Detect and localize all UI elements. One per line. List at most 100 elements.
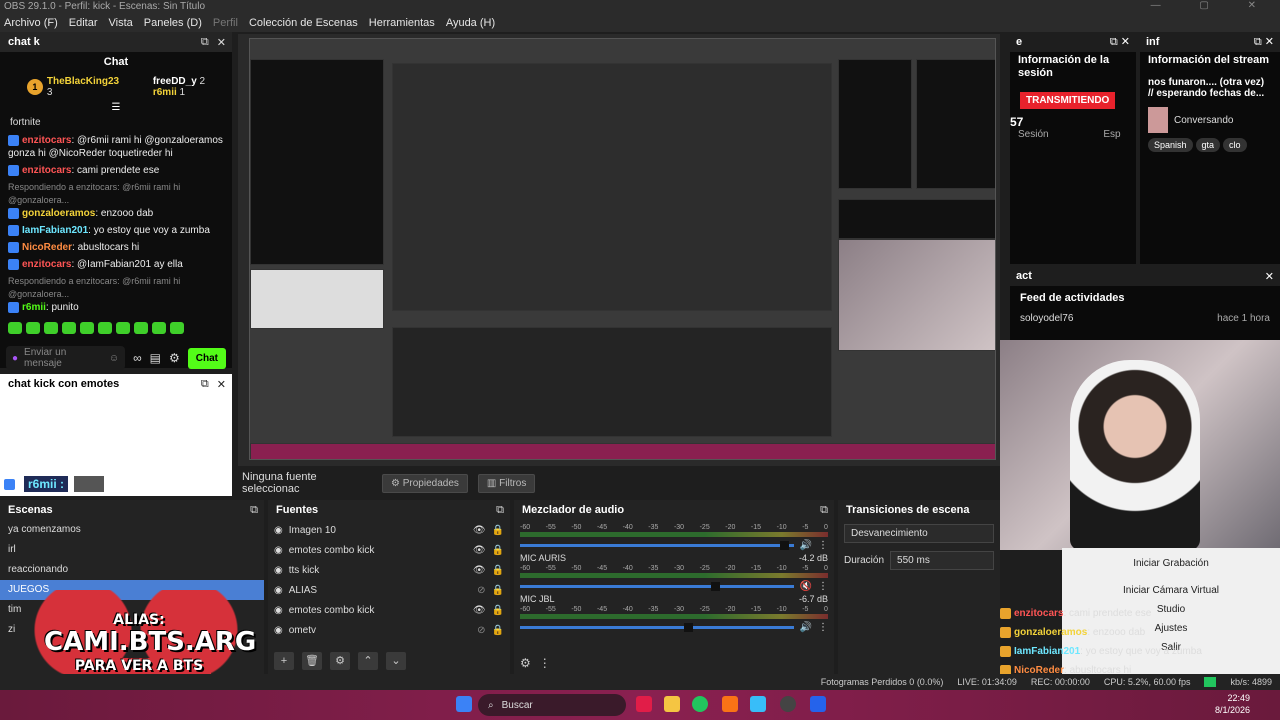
scene-item[interactable]: ya comenzamos [0, 520, 264, 540]
up-icon[interactable]: ⌃ [358, 652, 378, 670]
duration-input[interactable]: 550 ms [890, 551, 994, 570]
source-item[interactable]: ◉ tts kick 👁 🔒 [268, 560, 510, 580]
fader-knob[interactable] [684, 623, 694, 632]
lock-icon[interactable]: 🔒 [492, 565, 504, 576]
chat-username[interactable]: enzitocars [22, 135, 71, 146]
scene-item[interactable]: irl [0, 540, 264, 560]
windows-start-icon[interactable] [456, 696, 472, 712]
emoji-icon[interactable]: ☺ [109, 353, 119, 364]
volume-fader[interactable] [520, 623, 794, 632]
emote-icon[interactable] [134, 322, 148, 334]
brave-icon[interactable] [722, 696, 738, 712]
settings-icon[interactable]: ⚙ [169, 351, 180, 365]
float-icon[interactable]: ⧉ [496, 504, 504, 517]
emote-icon[interactable] [116, 322, 130, 334]
menu-coleccion[interactable]: Colección de Escenas [249, 14, 358, 32]
lock-icon[interactable]: 🔒 [492, 585, 504, 596]
emote-icon[interactable] [26, 322, 40, 334]
emote-icon[interactable] [8, 322, 22, 334]
menu-ayuda[interactable]: Ayuda (H) [446, 14, 495, 32]
chat-username[interactable]: IamFabian201 [22, 225, 88, 236]
visibility-icon[interactable]: ⊘ [477, 625, 485, 636]
source-item[interactable]: ◉ Imagen 10 👁 🔒 [268, 520, 510, 540]
chat-send-button[interactable]: Chat [187, 347, 226, 369]
emote-icon[interactable] [152, 322, 166, 334]
more-icon[interactable]: ⋮ [818, 622, 828, 633]
menu-archivo[interactable]: Archivo (F) [4, 14, 58, 32]
obs-icon[interactable] [780, 696, 796, 712]
preview-canvas[interactable] [249, 38, 996, 460]
emote-icon[interactable] [44, 322, 58, 334]
lock-icon[interactable]: 🔒 [492, 625, 504, 636]
chat-username[interactable]: enzitocars [22, 165, 71, 176]
trash-icon[interactable]: 🗑 [302, 652, 322, 670]
menu-paneles[interactable]: Paneles (D) [144, 14, 202, 32]
start-virtual-camera-button[interactable]: Iniciar Cámara Virtual [1062, 573, 1280, 600]
muted-speaker-icon[interactable]: 🔇 [800, 581, 812, 592]
speaker-icon[interactable]: 🔊 [800, 622, 812, 633]
close-icon[interactable]: ✕ [217, 378, 226, 391]
float-icon[interactable]: ⧉ [250, 504, 258, 517]
mic-icon[interactable]: ● [12, 353, 18, 364]
store-icon[interactable]: ▤ [150, 351, 161, 365]
chat-username[interactable]: gonzaloeramos [22, 208, 95, 219]
emote-icon[interactable] [170, 322, 184, 334]
lock-icon[interactable]: 🔒 [492, 605, 504, 616]
float-icon[interactable]: ⧉ ✕ [1110, 35, 1130, 49]
float-icon[interactable]: ⧉ [820, 504, 828, 517]
opera-icon[interactable] [636, 696, 652, 712]
float-icon[interactable]: ⧉ [201, 378, 209, 391]
lock-icon[interactable]: 🔒 [492, 525, 504, 536]
menu-perfil[interactable]: Perfil [213, 14, 238, 32]
emote-icon[interactable]: ∞ [133, 351, 142, 365]
chat-username[interactable]: r6mii [22, 302, 46, 313]
fader-knob[interactable] [779, 541, 789, 550]
more-icon[interactable]: ⋮ [818, 540, 828, 551]
start-recording-button[interactable]: Iniciar Grabación [1062, 548, 1280, 573]
emote-icon[interactable] [80, 322, 94, 334]
filters-button[interactable]: ▥ Filtros [477, 473, 536, 493]
window-controls[interactable]: — ▢ ✕ [1151, 0, 1274, 11]
menu-herramientas[interactable]: Herramientas [369, 14, 435, 32]
mixer-settings-icon[interactable]: ⚙ [520, 656, 531, 670]
ccleaner-icon[interactable] [750, 696, 766, 712]
scene-item[interactable]: reaccionando [0, 560, 264, 580]
fader-knob[interactable] [711, 582, 721, 591]
collapse-icon[interactable]: ☰ [0, 102, 232, 113]
chat-username[interactable]: enzitocars [22, 259, 71, 270]
volume-fader[interactable] [520, 582, 794, 591]
close-icon[interactable]: ✕ [217, 36, 226, 49]
menu-editar[interactable]: Editar [69, 14, 98, 32]
taskbar-search[interactable]: ⌕ Buscar [478, 694, 626, 716]
volume-fader[interactable] [520, 541, 794, 550]
visibility-icon[interactable]: 👁 [473, 525, 486, 536]
float-icon[interactable]: ⧉ [201, 36, 209, 49]
calculator-icon[interactable] [810, 696, 826, 712]
source-item[interactable]: ◉ emotes combo kick 👁 🔒 [268, 540, 510, 560]
transition-select[interactable]: Desvanecimiento [844, 524, 994, 543]
visibility-icon[interactable]: 👁 [473, 605, 486, 616]
visibility-icon[interactable]: ⊘ [477, 585, 485, 596]
emote-icon[interactable] [98, 322, 112, 334]
source-item[interactable]: ◉ ALIAS ⊘ 🔒 [268, 580, 510, 600]
more-icon[interactable]: ⋮ [818, 581, 828, 592]
source-item[interactable]: ◉ emotes combo kick 👁 🔒 [268, 600, 510, 620]
chat-input[interactable]: ● Enviar un mensaje ☺ [6, 346, 126, 370]
visibility-icon[interactable]: 👁 [473, 565, 486, 576]
visibility-icon[interactable]: 👁 [473, 545, 486, 556]
folder-icon[interactable] [664, 696, 680, 712]
emote-icon[interactable] [62, 322, 76, 334]
properties-button[interactable]: ⚙ Propiedades [382, 473, 468, 493]
chat-username[interactable]: NicoReder [22, 242, 72, 253]
float-icon[interactable]: ⧉ ✕ [1254, 35, 1274, 49]
source-item[interactable]: ◉ ometv ⊘ 🔒 [268, 620, 510, 640]
gear-icon[interactable]: ⚙ [330, 652, 350, 670]
lock-icon[interactable]: 🔒 [492, 545, 504, 556]
more-icon[interactable]: ⋮ [539, 656, 551, 670]
menu-vista[interactable]: Vista [109, 14, 133, 32]
close-icon[interactable]: ✕ [1265, 270, 1274, 283]
add-icon[interactable]: + [274, 652, 294, 670]
chrome-icon[interactable] [692, 696, 708, 712]
speaker-icon[interactable]: 🔊 [800, 540, 812, 551]
taskbar-clock[interactable]: 22:49 8/1/2026 [1215, 692, 1250, 716]
